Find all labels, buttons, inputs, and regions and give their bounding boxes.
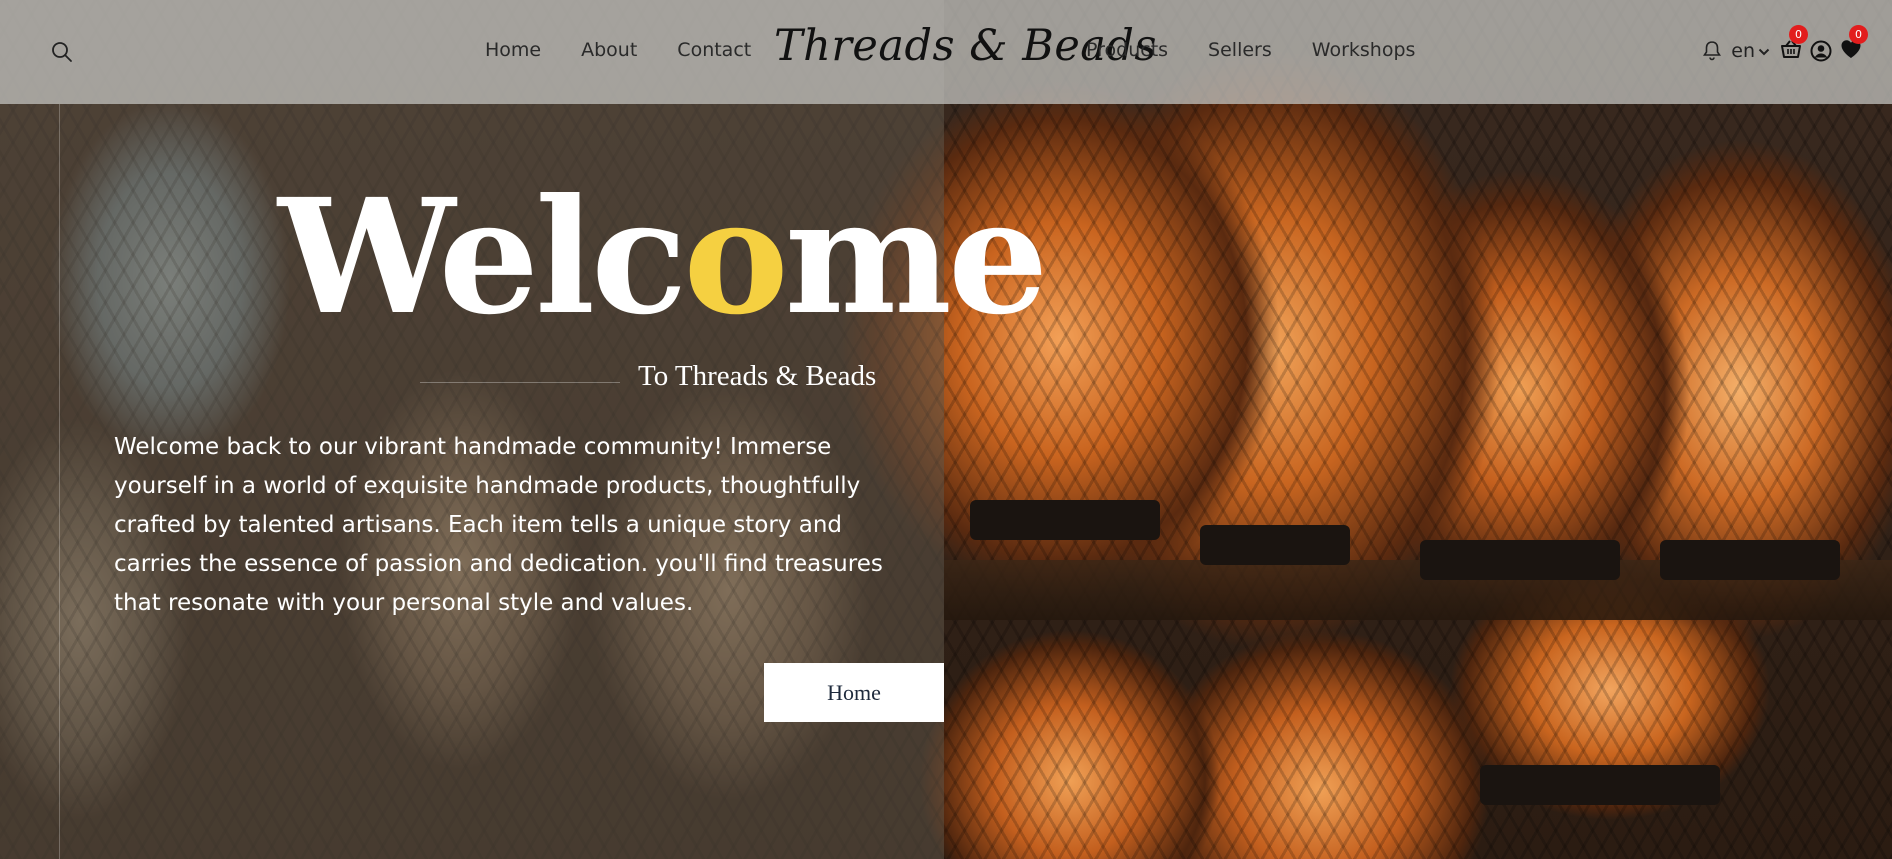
wishlist-count-badge: 0	[1849, 25, 1868, 44]
decorative-line	[59, 104, 60, 859]
lamp-stand	[1480, 765, 1720, 805]
lamp-stand	[1200, 525, 1350, 565]
cart-button[interactable]: 0	[1780, 25, 1808, 62]
main-nav-right: Products Sellers Workshops	[1086, 0, 1455, 100]
language-label: en	[1731, 40, 1755, 62]
brand-logo[interactable]: Threads & Beads	[774, 16, 1157, 76]
nav-link-workshops[interactable]: Workshops	[1312, 39, 1416, 61]
hero-title-highlight: o	[683, 165, 788, 350]
nav-link-sellers[interactable]: Sellers	[1208, 39, 1272, 61]
user-icon[interactable]	[1810, 40, 1832, 62]
site-header: Home About Contact Threads & Beads Produ…	[0, 0, 1892, 104]
chevron-down-icon	[1758, 40, 1770, 62]
hero-intro-text: Welcome back to our vibrant handmade com…	[114, 434, 883, 616]
nav-link-about[interactable]: About	[581, 39, 637, 61]
hero-subtitle: To Threads & Beads	[638, 360, 877, 392]
header-utilities: en 0 0	[1701, 25, 1868, 66]
hero-title-part: me	[784, 165, 1049, 350]
lamp-stand	[1420, 540, 1620, 580]
bell-icon[interactable]	[1701, 40, 1723, 62]
lamp-stand	[1660, 540, 1840, 580]
cart-count-badge: 0	[1789, 25, 1808, 44]
nav-link-home[interactable]: Home	[485, 39, 541, 61]
main-nav-left: Home About Contact	[485, 0, 791, 100]
hero-title-part: Welc	[278, 165, 687, 350]
subtitle-divider	[420, 382, 620, 383]
wishlist-button[interactable]: 0	[1840, 25, 1868, 62]
language-selector[interactable]: en	[1731, 40, 1770, 62]
lamp-stand	[970, 500, 1160, 540]
nav-link-contact[interactable]: Contact	[677, 39, 751, 61]
hero-title: Welcome	[278, 165, 1049, 350]
search-icon[interactable]	[50, 40, 74, 64]
nav-link-products[interactable]: Products	[1086, 39, 1168, 61]
hero-home-button[interactable]: Home	[764, 663, 944, 722]
